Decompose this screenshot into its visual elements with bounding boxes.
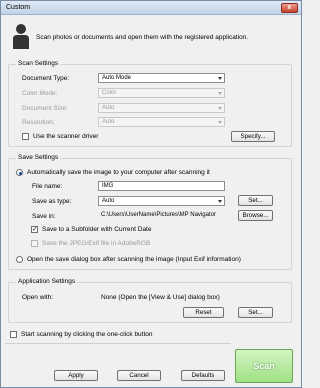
file-name-input[interactable]: IMG — [98, 181, 225, 191]
color-mode-label: Color Mode: — [22, 90, 58, 97]
scan-button[interactable]: Scan — [235, 349, 293, 383]
save-type-set-button[interactable]: Set... — [238, 195, 273, 206]
jpeg-exif-label: Save the JPEG/Exif file in AdobeRGB — [42, 240, 151, 247]
open-save-dialog-label: Open the save dialog box after scanning … — [27, 256, 241, 263]
defaults-button[interactable]: Defaults — [181, 370, 225, 381]
cancel-button[interactable]: Cancel — [117, 370, 161, 381]
save-settings-title: Save Settings — [16, 154, 61, 161]
document-size-select[interactable]: Auto — [98, 103, 225, 113]
file-name-label: File name: — [32, 183, 63, 190]
auto-save-label: Automatically save the image to your com… — [27, 169, 210, 176]
chevron-down-icon — [218, 77, 222, 80]
save-as-type-select[interactable]: Auto — [98, 196, 225, 206]
open-with-value: None (Open the [View & Use] dialog box) — [101, 294, 220, 301]
reset-button[interactable]: Reset — [183, 307, 224, 318]
scan-settings-title: Scan Settings — [16, 60, 61, 67]
subfolder-label: Save to a Subfolder with Current Date — [42, 226, 152, 233]
browse-button[interactable]: Browse... — [238, 210, 273, 221]
use-scanner-driver-checkbox[interactable] — [22, 133, 29, 140]
chevron-down-icon — [218, 200, 222, 203]
application-set-button[interactable]: Set... — [238, 307, 273, 318]
start-scanning-checkbox[interactable] — [10, 331, 17, 338]
resolution-select[interactable]: Auto — [98, 117, 225, 127]
resolution-value: Auto — [102, 119, 115, 125]
apply-button[interactable]: Apply — [54, 370, 98, 381]
specify-button[interactable]: Specify... — [231, 131, 275, 142]
open-save-dialog-radio[interactable] — [16, 256, 23, 263]
chevron-down-icon — [218, 107, 222, 110]
document-type-label: Document Type: — [22, 75, 70, 82]
start-scanning-label: Start scanning by clicking the one-click… — [21, 331, 153, 338]
title-bar: Custom x — [1, 1, 301, 15]
jpeg-exif-checkbox[interactable] — [31, 240, 38, 247]
intro-text: Scan photos or documents and open them w… — [36, 34, 249, 41]
color-mode-select[interactable]: Color — [98, 88, 225, 98]
document-size-label: Document Size: — [22, 105, 68, 112]
document-size-value: Auto — [102, 105, 115, 111]
custom-dialog: Custom x Scan photos or documents and op… — [0, 0, 302, 388]
save-in-label: Save in: — [32, 213, 56, 220]
save-as-type-label: Save as type: — [32, 198, 72, 205]
footer-divider — [5, 343, 231, 344]
subfolder-checkbox[interactable] — [31, 225, 38, 233]
use-scanner-driver-label: Use the scanner driver — [33, 133, 99, 140]
document-type-value: Auto Mode — [102, 75, 132, 81]
chevron-down-icon — [218, 121, 222, 124]
color-mode-value: Color — [102, 90, 117, 96]
window-title: Custom — [6, 4, 31, 11]
resolution-label: Resolution: — [22, 119, 55, 126]
save-in-path: C:\Users\UserName\Pictures\MP Navigator — [101, 212, 216, 218]
chevron-down-icon — [218, 92, 222, 95]
save-as-type-value: Auto — [102, 198, 115, 204]
open-with-label: Open with: — [22, 294, 54, 301]
user-icon — [13, 24, 29, 49]
close-button[interactable]: x — [281, 3, 298, 13]
application-settings-title: Application Settings — [16, 278, 78, 285]
auto-save-radio[interactable] — [16, 169, 23, 176]
document-type-select[interactable]: Auto Mode — [98, 73, 225, 83]
